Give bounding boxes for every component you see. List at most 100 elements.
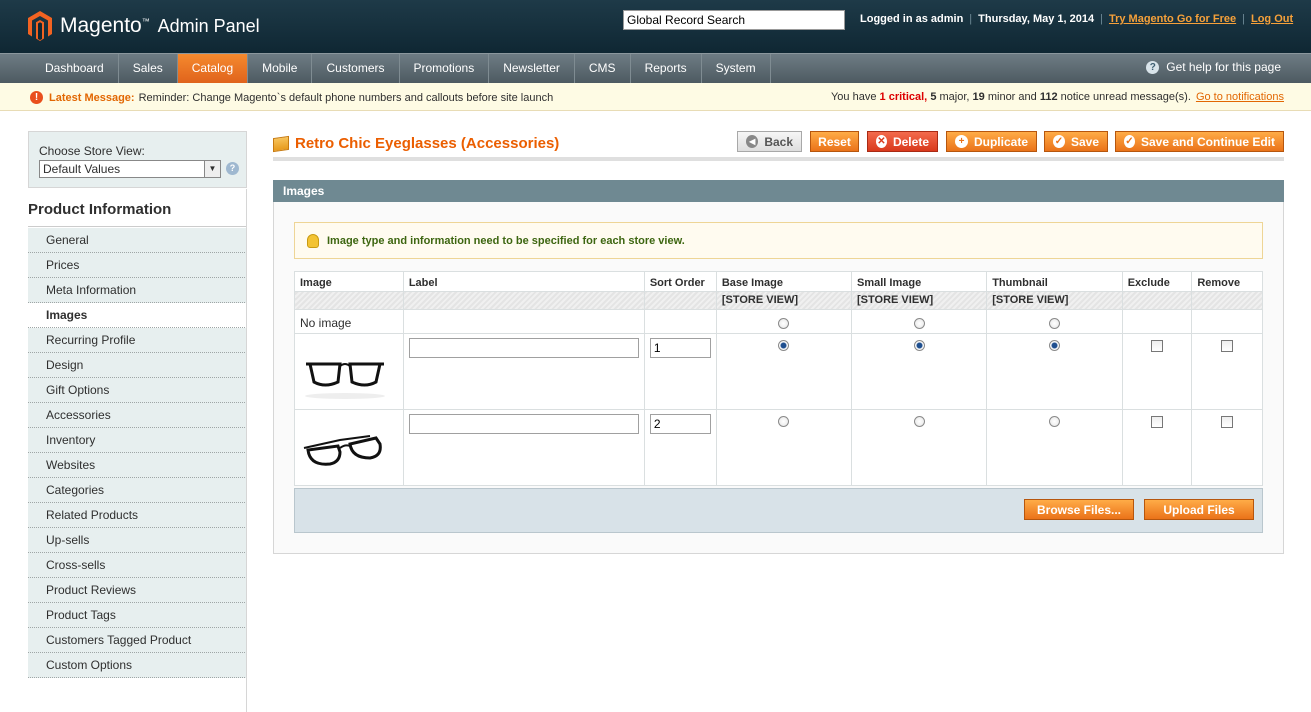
tab-images[interactable]: Images <box>28 303 247 328</box>
sort-order-input[interactable] <box>649 338 711 358</box>
save-label: Save <box>1070 134 1099 149</box>
page-title: Retro Chic Eyeglasses (Accessories) <box>295 135 560 152</box>
logo-sub: Admin Panel <box>157 16 260 36</box>
summary-prefix: You have <box>830 91 877 103</box>
message-text: Reminder: Change Magento`s default phone… <box>138 91 554 104</box>
thumbnail-radio[interactable] <box>1048 340 1060 352</box>
tab-meta-information[interactable]: Meta Information <box>28 278 247 303</box>
tab-up-sells[interactable]: Up-sells <box>28 528 247 553</box>
tab-accessories[interactable]: Accessories <box>28 403 247 428</box>
alert-icon: ! <box>30 91 43 104</box>
logo-brand: Magento <box>60 14 142 37</box>
tab-customers-tagged-product[interactable]: Customers Tagged Product <box>28 628 247 653</box>
help-icon: ? <box>1146 60 1160 74</box>
table-row <box>294 409 1263 486</box>
tab-categories[interactable]: Categories <box>28 478 247 503</box>
tab-recurring-profile[interactable]: Recurring Profile <box>28 328 247 353</box>
nav-newsletter[interactable]: Newsletter <box>489 54 575 83</box>
image-label-input[interactable] <box>408 414 639 434</box>
notice-label: notice unread message(s). <box>1060 91 1191 103</box>
remove-checkbox[interactable] <box>1221 339 1234 352</box>
remove-checkbox[interactable] <box>1221 415 1234 428</box>
main-nav: Dashboard Sales Catalog Mobile Customers… <box>0 53 1311 83</box>
sidebar-title: Product Information <box>28 189 247 227</box>
help-link[interactable]: ? Get help for this page <box>1146 60 1281 74</box>
scope-label: [STORE VIEW] <box>851 291 988 310</box>
image-label-input[interactable] <box>408 338 639 358</box>
nav-cms[interactable]: CMS <box>575 54 631 83</box>
base-image-radio[interactable] <box>778 340 790 352</box>
major-label: major, <box>939 91 970 103</box>
try-magento-go-link[interactable]: Try Magento Go for Free <box>1109 13 1236 25</box>
upload-toolbar: Browse Files... Upload Files <box>294 488 1263 533</box>
nav-system[interactable]: System <box>702 54 771 83</box>
base-no-image-radio[interactable] <box>778 318 790 330</box>
global-search-input[interactable] <box>623 10 845 30</box>
sidebar-divider <box>246 189 247 712</box>
critical-count: 1 <box>879 91 886 103</box>
duplicate-label: Duplicate <box>973 134 1028 149</box>
nav-dashboard[interactable]: Dashboard <box>31 54 119 83</box>
thumb-no-image-radio[interactable] <box>1048 318 1060 330</box>
reset-label: Reset <box>818 134 851 149</box>
nav-catalog[interactable]: Catalog <box>177 54 249 83</box>
small-image-radio[interactable] <box>913 416 925 428</box>
col-base-image: Base Image <box>715 271 853 292</box>
duplicate-button[interactable]: + Duplicate <box>946 131 1037 152</box>
delete-label: Delete <box>892 134 929 149</box>
magento-logo[interactable]: Magento™ Admin Panel <box>28 10 260 42</box>
exclude-checkbox[interactable] <box>1151 339 1164 352</box>
col-image: Image <box>294 271 404 292</box>
nav-promotions[interactable]: Promotions <box>400 54 490 83</box>
tab-related-products[interactable]: Related Products <box>28 503 247 528</box>
delete-button[interactable]: ✕ Delete <box>867 131 938 152</box>
sort-order-input[interactable] <box>649 414 711 434</box>
minor-count: 19 <box>972 91 985 103</box>
scope-label: [STORE VIEW] <box>715 291 853 310</box>
tab-gift-options[interactable]: Gift Options <box>28 378 247 403</box>
col-sort-order: Sort Order <box>643 271 717 292</box>
magento-logo-icon <box>28 11 52 41</box>
base-image-radio[interactable] <box>778 416 790 428</box>
minor-label: minor and <box>987 91 1037 103</box>
nav-reports[interactable]: Reports <box>631 54 702 83</box>
tab-custom-options[interactable]: Custom Options <box>28 653 247 678</box>
back-button[interactable]: ◀ Back <box>737 131 802 152</box>
lightbulb-icon <box>307 233 319 248</box>
col-remove: Remove <box>1191 271 1263 292</box>
save-button[interactable]: ✓ Save <box>1044 131 1108 152</box>
message-summary: You have 1 critical, 5 major, 19 minor a… <box>831 91 1284 103</box>
small-no-image-radio[interactable] <box>913 318 925 330</box>
store-view-select[interactable]: Default Values ▼ <box>39 160 221 178</box>
go-to-notifications-link[interactable]: Go to notifications <box>1196 91 1284 103</box>
small-image-radio[interactable] <box>913 340 925 352</box>
nav-mobile[interactable]: Mobile <box>248 54 313 83</box>
check-icon: ✓ <box>1053 135 1065 148</box>
tab-general[interactable]: General <box>28 228 247 253</box>
arrow-left-icon: ◀ <box>746 135 759 148</box>
reset-button[interactable]: Reset <box>810 131 859 152</box>
delete-icon: ✕ <box>876 135 887 148</box>
top-header: Magento™ Admin Panel Logged in as admin|… <box>0 0 1311 53</box>
thumbnail-radio[interactable] <box>1048 416 1060 428</box>
tab-product-tags[interactable]: Product Tags <box>28 603 247 628</box>
message-title: Latest Message: <box>49 91 135 104</box>
exclude-checkbox[interactable] <box>1151 415 1164 428</box>
product-box-icon <box>273 135 289 152</box>
tab-cross-sells[interactable]: Cross-sells <box>28 553 247 578</box>
tab-product-reviews[interactable]: Product Reviews <box>28 578 247 603</box>
logout-link[interactable]: Log Out <box>1251 13 1293 25</box>
nav-sales[interactable]: Sales <box>119 54 178 83</box>
tab-inventory[interactable]: Inventory <box>28 428 247 453</box>
tab-prices[interactable]: Prices <box>28 253 247 278</box>
nav-customers[interactable]: Customers <box>312 54 400 83</box>
browse-files-button[interactable]: Browse Files... <box>1024 499 1134 520</box>
question-icon[interactable]: ? <box>226 162 239 175</box>
images-section-title: Images <box>273 180 1284 202</box>
images-table: Image Label Sort Order Base Image Small … <box>294 271 1263 486</box>
col-exclude: Exclude <box>1121 271 1193 292</box>
upload-files-button[interactable]: Upload Files <box>1144 499 1254 520</box>
tab-websites[interactable]: Websites <box>28 453 247 478</box>
save-and-continue-button[interactable]: ✓ Save and Continue Edit <box>1115 131 1284 152</box>
tab-design[interactable]: Design <box>28 353 247 378</box>
